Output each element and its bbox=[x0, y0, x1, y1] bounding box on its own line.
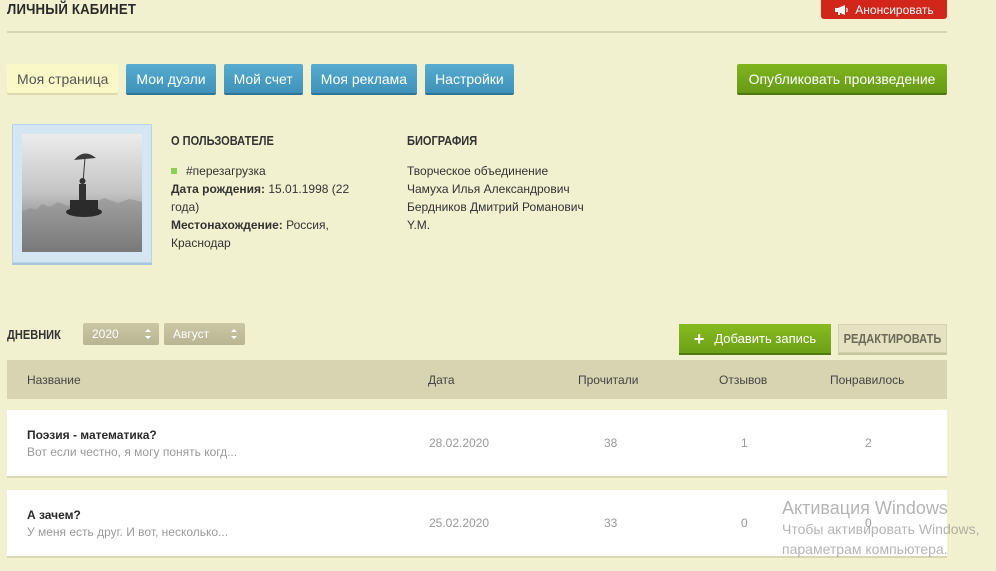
entry-reviews: 0 bbox=[741, 516, 748, 530]
column-reviews[interactable]: Отзывов bbox=[719, 373, 767, 387]
year-select[interactable]: 2020 bbox=[83, 323, 159, 345]
header-divider bbox=[7, 31, 947, 33]
watermark-line: параметрам компьютера. bbox=[782, 541, 948, 557]
entry-excerpt: У меня есть друг. И вот, несколько... bbox=[27, 525, 229, 539]
entry-reads: 33 bbox=[604, 516, 618, 530]
diary-table-header: Название Дата Прочитали Отзывов Понравил… bbox=[7, 360, 947, 399]
announce-label: Анонсировать bbox=[855, 2, 934, 17]
edit-button[interactable]: РЕДАКТИРОВАТЬ bbox=[838, 324, 947, 353]
add-entry-label: Добавить запись bbox=[714, 331, 817, 346]
table-row[interactable]: Поэзия - математика? Вот если честно, я … bbox=[7, 410, 947, 478]
tab-settings[interactable]: Настройки bbox=[425, 64, 514, 93]
bio-line: Чамуха Илья Александрович bbox=[407, 182, 570, 196]
entry-excerpt: Вот если честно, я могу понять когд... bbox=[27, 445, 238, 459]
tab-my-ads[interactable]: Моя реклама bbox=[310, 64, 418, 93]
up-down-arrows-icon bbox=[231, 328, 237, 340]
bio-line: Творческое объединение bbox=[407, 164, 549, 178]
diary-heading: ДНЕВНИК bbox=[7, 327, 61, 342]
column-likes[interactable]: Понравилось bbox=[830, 373, 904, 387]
up-down-arrows-icon bbox=[145, 328, 151, 340]
month-select[interactable]: Август bbox=[164, 323, 245, 345]
online-dot-icon bbox=[171, 168, 177, 174]
user-info: Дата рождения: 15.01.1998 (22 года) Мест… bbox=[171, 180, 371, 252]
watermark-title: Активация Windows bbox=[782, 498, 948, 518]
megaphone-icon bbox=[834, 4, 850, 16]
tab-my-account[interactable]: Мой счет bbox=[223, 64, 303, 93]
watermark-line: Чтобы активировать Windows, bbox=[782, 521, 980, 537]
column-name[interactable]: Название bbox=[27, 373, 81, 387]
publish-work-button[interactable]: Опубликовать произведение bbox=[737, 64, 947, 93]
tab-my-page[interactable]: Моя страница bbox=[7, 64, 119, 93]
birth-date-label: Дата рождения: bbox=[171, 182, 266, 196]
birth-date-row: Дата рождения: 15.01.1998 (22 года) bbox=[171, 180, 371, 216]
nav-tabs: Моя страница Мои дуэли Мой счет Моя рекл… bbox=[7, 64, 514, 93]
plus-icon: + bbox=[693, 328, 705, 349]
personal-cabinet-page: ЛИЧНЫЙ КАБИНЕТ Анонсировать Моя страница… bbox=[0, 0, 996, 571]
announce-button[interactable]: Анонсировать bbox=[821, 0, 947, 19]
column-date[interactable]: Дата bbox=[428, 373, 455, 387]
entry-date: 28.02.2020 bbox=[429, 436, 490, 450]
entry-reads: 38 bbox=[604, 436, 618, 450]
location-label: Местонахождение: bbox=[171, 218, 283, 232]
tab-my-duels[interactable]: Мои дуэли bbox=[126, 64, 216, 93]
entry-title[interactable]: Поэзия - математика? bbox=[27, 428, 157, 442]
location-row: Местонахождение: Россия, Краснодар bbox=[171, 216, 371, 252]
entry-likes: 2 bbox=[865, 436, 872, 450]
biography-heading: БИОГРАФИЯ bbox=[407, 133, 478, 148]
entry-title[interactable]: А зачем? bbox=[27, 508, 81, 522]
biography-text: Творческое объединение Чамуха Илья Алекс… bbox=[407, 162, 627, 234]
entry-reviews: 1 bbox=[741, 436, 748, 450]
month-value: Август bbox=[173, 327, 210, 341]
edit-label: РЕДАКТИРОВАТЬ bbox=[843, 331, 942, 346]
add-entry-button[interactable]: + Добавить запись bbox=[679, 324, 831, 353]
windows-activation-watermark: Активация Windows Чтобы активировать Win… bbox=[782, 497, 996, 559]
avatar[interactable] bbox=[12, 124, 152, 263]
entry-date: 25.02.2020 bbox=[429, 516, 490, 530]
avatar-image bbox=[22, 134, 142, 252]
year-value: 2020 bbox=[92, 327, 119, 341]
page-title: ЛИЧНЫЙ КАБИНЕТ bbox=[7, 1, 137, 18]
bio-line: Бердников Дмитрий Романович bbox=[407, 200, 584, 214]
column-reads[interactable]: Прочитали bbox=[578, 373, 638, 387]
status-text: #перезагрузка bbox=[186, 164, 266, 178]
user-status: #перезагрузка bbox=[171, 164, 266, 178]
about-user-heading: О ПОЛЬЗОВАТЕЛЕ bbox=[171, 133, 274, 148]
bio-line: Y.M. bbox=[407, 218, 431, 232]
